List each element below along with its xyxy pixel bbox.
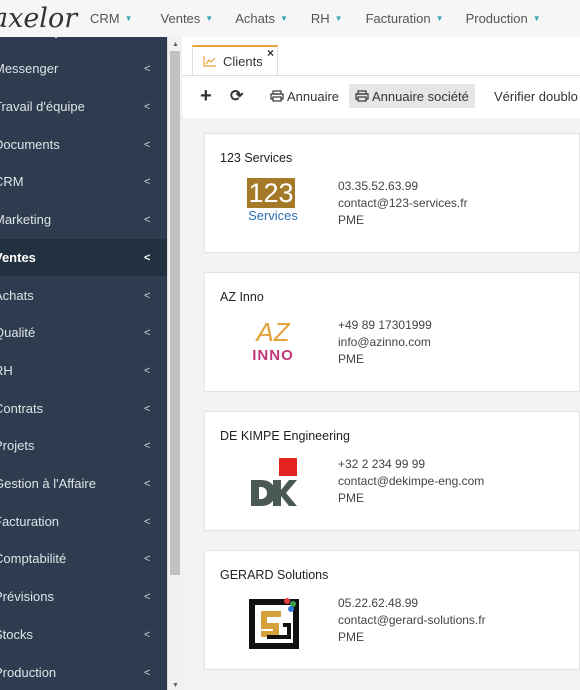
chevron-left-icon: < <box>144 213 151 226</box>
client-name: 123 Services <box>220 151 293 165</box>
client-phone: +32 2 234 99 99 <box>338 457 426 471</box>
client-email[interactable]: contact@123-services.fr <box>338 196 468 210</box>
sidebar-item-messenger[interactable]: Messenger < <box>0 50 167 87</box>
topnav-facturation[interactable]: Facturation ▼ <box>366 11 444 26</box>
topnav-production[interactable]: Production ▼ <box>466 11 541 26</box>
sidebar: Messenger < Travail d'équipe < Documents < … <box>0 37 167 690</box>
sidebar-item-projets[interactable]: Projets< <box>0 427 167 464</box>
client-category: PME <box>338 213 365 227</box>
caret-down-icon: ▼ <box>205 14 214 23</box>
client-phone: 05.22.62.48.99 <box>338 596 419 610</box>
scroll-down-icon[interactable]: ▼ <box>172 682 179 689</box>
caret-down-icon: ▼ <box>435 14 444 23</box>
caret-down-icon: ▼ <box>334 14 343 23</box>
collapse-chevron-icon[interactable] <box>50 37 62 41</box>
client-email[interactable]: info@azinno.com <box>338 335 431 349</box>
chevron-left-icon: < <box>144 251 151 264</box>
sidebar-item-ventes[interactable]: Ventes< <box>0 239 167 276</box>
sidebar-item-crm[interactable]: CRM< <box>0 163 167 200</box>
sidebar-item-travail-equipe[interactable]: Travail d'équipe < <box>0 88 167 125</box>
annuaire-button[interactable]: Annuaire <box>270 84 339 108</box>
caret-down-icon: ▼ <box>532 14 541 23</box>
sidebar-item-facturation[interactable]: Facturation < <box>0 503 167 540</box>
sidebar-item-documents[interactable]: Documents < <box>0 126 167 163</box>
chevron-left-icon: < <box>144 439 151 452</box>
scroll-up-icon[interactable]: ▲ <box>172 41 179 48</box>
sidebar-scrollbar[interactable]: ▲ ▼ <box>167 37 183 690</box>
client-phone: +49 89 17301999 <box>338 318 432 332</box>
client-category: PME <box>338 630 365 644</box>
sidebar-item-previsions[interactable]: Prévisions< <box>0 578 167 615</box>
sidebar-item-comptabilite[interactable]: Comptabilité < <box>0 540 167 577</box>
sidebar-item-stocks[interactable]: Stocks< <box>0 616 167 653</box>
topnav-ventes[interactable]: Ventes ▼ <box>161 11 214 26</box>
client-email[interactable]: contact@gerard-solutions.fr <box>338 613 486 627</box>
add-button[interactable]: + <box>200 84 212 108</box>
scrollbar-thumb[interactable] <box>170 51 180 575</box>
client-name: GERARD Solutions <box>220 568 329 582</box>
client-name: AZ Inno <box>220 290 264 304</box>
topnav-crm[interactable]: CRM ▼ <box>90 11 133 26</box>
sidebar-item-marketing[interactable]: Marketing< <box>0 201 167 238</box>
client-category: PME <box>338 491 365 505</box>
chevron-left-icon: < <box>144 364 151 377</box>
topnav-rh[interactable]: RH ▼ <box>311 11 343 26</box>
sidebar-item-production[interactable]: Production < <box>0 654 167 690</box>
print-icon <box>355 90 369 102</box>
chevron-left-icon: < <box>144 289 151 302</box>
tab-bar: Clients × <box>182 37 580 76</box>
chevron-left-icon: < <box>144 515 151 528</box>
logo-dekimpe <box>243 456 303 508</box>
client-card-123-services[interactable]: 123 Services 123 Services 03.35.52.63.99… <box>204 133 580 253</box>
client-email[interactable]: contact@dekimpe-eng.com <box>338 474 484 488</box>
sidebar-item-rh[interactable]: RH< <box>0 352 167 389</box>
chevron-left-icon: < <box>144 326 151 339</box>
chevron-left-icon: < <box>144 666 151 679</box>
chevron-left-icon: < <box>144 477 151 490</box>
caret-down-icon: ▼ <box>124 14 133 23</box>
sidebar-item-gestion-affaire[interactable]: Gestion à l'Affaire < <box>0 465 167 502</box>
tab-clients[interactable]: Clients × <box>192 45 278 75</box>
app-logo[interactable]: axelor <box>0 3 85 34</box>
client-name: DE KIMPE Engineering <box>220 429 350 443</box>
client-category: PME <box>338 352 365 366</box>
refresh-button[interactable]: ⟳ <box>230 84 243 108</box>
line-chart-icon <box>203 56 216 67</box>
chevron-left-icon: < <box>144 590 151 603</box>
annuaire-societe-button[interactable]: Annuaire société <box>349 84 475 108</box>
verifier-doublons-button[interactable]: Vérifier doublo <box>494 84 578 108</box>
top-nav-menu: CRM ▼ Ventes ▼ Achats ▼ RH ▼ Facturation ▼ Pr… <box>90 0 541 37</box>
client-phone: 03.35.52.63.99 <box>338 179 419 193</box>
chevron-left-icon: < <box>144 402 151 415</box>
chevron-left-icon: < <box>144 628 151 641</box>
client-card-dekimpe[interactable]: DE KIMPE Engineering +32 2 234 99 99 con… <box>204 411 580 531</box>
client-card-az-inno[interactable]: AZ Inno AZ INNO +49 89 17301999 info@azi… <box>204 272 580 392</box>
logo-gerard <box>243 595 303 649</box>
client-card-gerard[interactable]: GERARD Solutions 05.22.62.48.99 contact@… <box>204 550 580 670</box>
logo-az-inno: AZ INNO <box>252 317 294 364</box>
close-icon[interactable]: × <box>267 46 274 60</box>
sidebar-item-contrats[interactable]: Contrats< <box>0 390 167 427</box>
topnav-achats[interactable]: Achats ▼ <box>235 11 288 26</box>
chevron-left-icon: < <box>144 100 151 113</box>
toolbar: + ⟳ Annuaire Annuaire société Vérifier d… <box>182 76 580 114</box>
chevron-left-icon: < <box>144 62 151 75</box>
sidebar-item-qualite[interactable]: Qualité< <box>0 314 167 351</box>
chevron-left-icon: < <box>144 175 151 188</box>
chevron-left-icon: < <box>144 552 151 565</box>
print-icon <box>270 90 284 102</box>
chevron-left-icon: < <box>144 138 151 151</box>
sidebar-item-achats[interactable]: Achats< <box>0 277 167 314</box>
caret-down-icon: ▼ <box>279 14 288 23</box>
logo-123-services: 123 Services <box>247 178 298 223</box>
top-navbar: axelor CRM ▼ Ventes ▼ Achats ▼ RH ▼ Facturat… <box>0 0 580 38</box>
